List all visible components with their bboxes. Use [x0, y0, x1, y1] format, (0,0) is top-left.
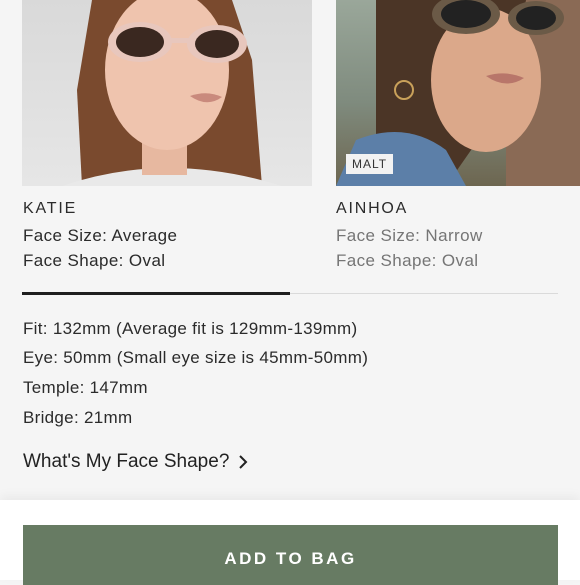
model-gallery: MALT KATIE Face Size: Average Face Shape…: [0, 0, 580, 290]
face-shape-link-label: What's My Face Shape?: [23, 451, 230, 472]
model-name-katie[interactable]: KATIE: [23, 200, 77, 218]
katie-face-shape: Face Shape: Oval: [23, 251, 166, 270]
katie-portrait-image: [62, 0, 282, 186]
model-photo-katie[interactable]: [22, 0, 312, 186]
ainhoa-face-shape: Face Shape: Oval: [336, 251, 479, 270]
model-tab-indicator: [22, 292, 290, 295]
spec-fit: Fit: 132mm (Average fit is 129mm-139mm): [23, 319, 358, 338]
spec-bridge: Bridge: 21mm: [23, 408, 133, 427]
model-name-ainhoa[interactable]: AINHOA: [336, 200, 408, 218]
spec-temple: Temple: 147mm: [23, 378, 148, 397]
face-shape-link[interactable]: What's My Face Shape?: [23, 451, 249, 473]
katie-face-size: Face Size: Average: [23, 226, 178, 245]
spec-eye: Eye: 50mm (Small eye size is 45mm-50mm): [23, 348, 369, 367]
add-to-bag-button[interactable]: ADD TO BAG: [23, 525, 558, 585]
color-badge: MALT: [346, 154, 394, 174]
chevron-right-icon: [239, 455, 248, 469]
ainhoa-face-size: Face Size: Narrow: [336, 226, 483, 245]
